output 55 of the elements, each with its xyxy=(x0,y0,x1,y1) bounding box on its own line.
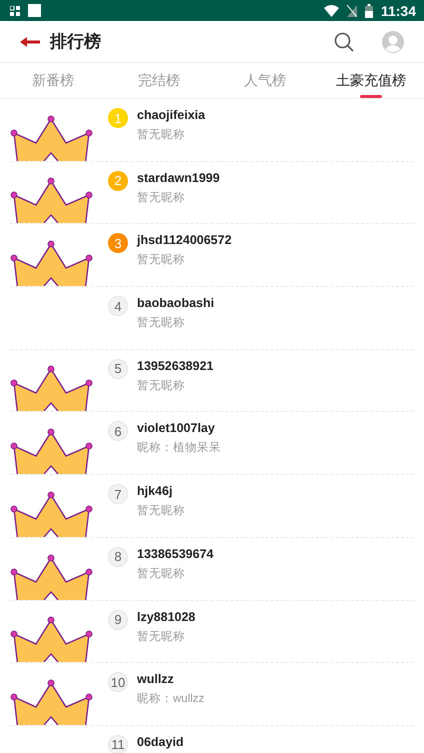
rank-badge: 3 xyxy=(108,233,128,254)
tab[interactable]: 完结榜 xyxy=(106,63,212,98)
rank-badge: 11 xyxy=(108,734,128,753)
page-title: 排行榜 xyxy=(50,31,101,53)
user-nickname: 暂无昵称 xyxy=(137,378,186,394)
user-name: 13952638921 xyxy=(137,358,214,374)
user-nickname: 暂无昵称 xyxy=(137,128,186,143)
user-name: stardawn1999 xyxy=(137,170,220,186)
user-name: 13386539674 xyxy=(137,546,214,562)
crown-icon xyxy=(10,177,94,224)
user-nickname: 昵称：wullzz xyxy=(137,692,204,708)
rank-badge: 7 xyxy=(108,484,128,504)
crown-icon xyxy=(10,365,94,412)
user-name: 06dayid xyxy=(137,734,184,750)
signal-icon xyxy=(346,4,357,16)
crown-icon xyxy=(10,114,94,161)
crown-icon xyxy=(10,428,94,474)
app-grid-icon xyxy=(10,6,20,16)
rank-badge: 6 xyxy=(108,421,128,442)
user-nickname: 暂无昵称 xyxy=(137,566,186,582)
user-name: lzy881028 xyxy=(137,610,196,624)
user-nickname: 暂无昵称 xyxy=(137,316,186,332)
user-name: baobaobashi xyxy=(137,296,214,312)
crown-icon xyxy=(10,240,94,286)
wifi-icon xyxy=(324,4,339,16)
square-icon xyxy=(28,4,41,17)
user-nickname: 暂无昵称 xyxy=(137,253,186,268)
crown-icon xyxy=(10,616,94,662)
battery-icon xyxy=(364,4,373,18)
tab-indicator xyxy=(360,95,382,98)
user-name: wullzz xyxy=(137,672,175,688)
rank-badge: 10 xyxy=(108,672,128,692)
status-time: 11:34 xyxy=(380,2,416,18)
crown-icon xyxy=(10,490,94,537)
user-nickname: 暂无昵称 xyxy=(137,504,185,520)
user-nickname: 暂无昵称 xyxy=(137,190,186,206)
tab[interactable]: 土豪充值榜 xyxy=(318,63,424,98)
rank-badge: 8 xyxy=(108,546,128,567)
rank-badge: 1 xyxy=(108,108,128,128)
back-arrow-icon[interactable] xyxy=(20,36,40,46)
user-name: chaojifeixia xyxy=(137,108,206,123)
crown-icon xyxy=(10,678,94,725)
rank-badge: 4 xyxy=(108,296,128,316)
user-name: jhsd1124006572 xyxy=(137,233,232,248)
tab[interactable]: 人气榜 xyxy=(212,63,318,98)
rank-badge: 2 xyxy=(108,170,128,191)
user-name: hjk46j xyxy=(137,484,174,500)
user-nickname: 昵称：植物呆呆 xyxy=(137,441,221,456)
tab[interactable]: 新番榜 xyxy=(0,63,106,98)
user-nickname: 暂无昵称 xyxy=(137,630,186,644)
user-name: violet1007lay xyxy=(137,421,216,436)
search-icon[interactable] xyxy=(334,32,354,52)
crown-icon xyxy=(10,554,94,600)
rank-badge: 5 xyxy=(108,358,128,379)
rank-badge: 9 xyxy=(108,610,128,630)
